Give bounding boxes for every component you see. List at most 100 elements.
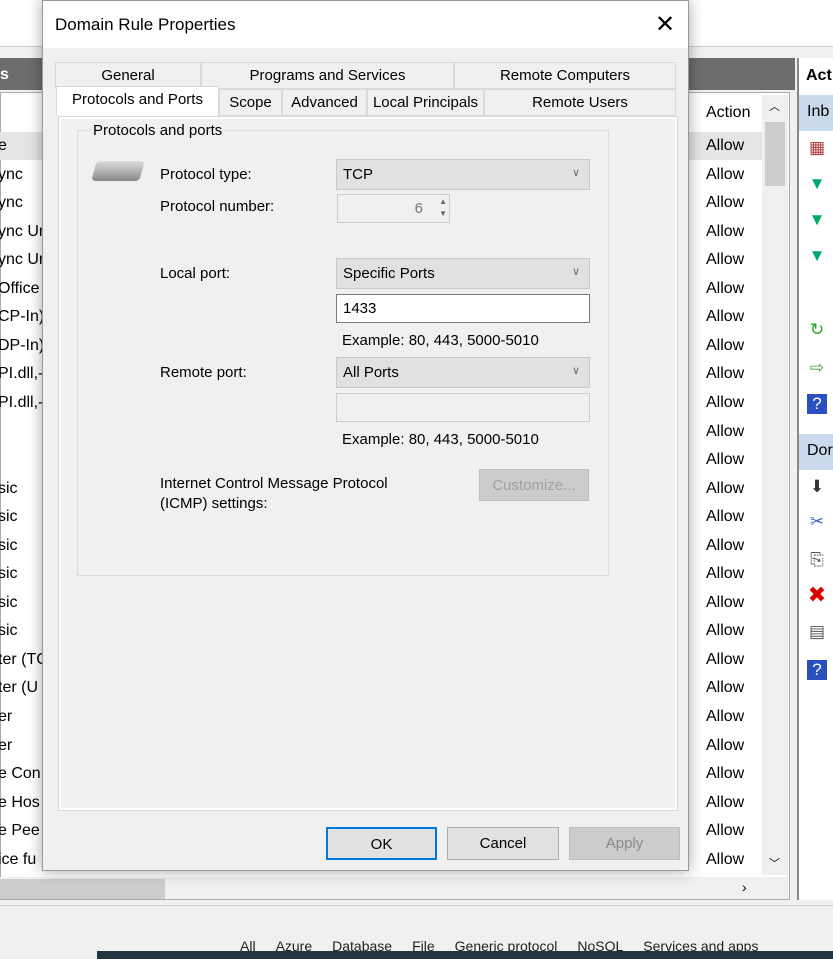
tab-panel: Protocols and ports Protocol type: TCP ∨ … <box>58 116 678 811</box>
status-bar <box>0 905 833 937</box>
rule-name: ync Ur <box>0 251 45 269</box>
rule-action: Allow <box>706 308 745 326</box>
rule-action: Allow <box>706 650 745 668</box>
remote-port-dropdown[interactable]: All Ports ∨ <box>336 357 590 388</box>
rule-action: Allow <box>706 194 745 212</box>
rule-name: e Pee <box>0 822 40 840</box>
rule-action: Allow <box>706 479 745 497</box>
rule-action: Allow <box>706 222 745 240</box>
rule-name: er <box>0 736 13 754</box>
tab-protocols-and-ports[interactable]: Protocols and Ports <box>56 86 219 116</box>
local-port-input[interactable]: 1433 <box>336 294 590 323</box>
close-icon[interactable]: ✕ <box>650 11 680 39</box>
background-taskbar <box>97 951 833 959</box>
rule-name: sic <box>0 536 18 554</box>
tab-programs-and-services[interactable]: Programs and Services <box>201 62 454 89</box>
ok-button[interactable]: OK <box>326 827 437 860</box>
remote-port-input[interactable] <box>336 393 590 422</box>
new-rule-icon[interactable]: ▦ <box>807 138 827 158</box>
export-list-icon[interactable]: ⇨ <box>807 358 827 378</box>
horizontal-scroll-thumb[interactable] <box>0 879 165 899</box>
rule-name: sic <box>0 622 18 640</box>
customize-button[interactable]: Customize... <box>479 469 589 501</box>
rule-action: Allow <box>706 137 745 154</box>
rule-name: e <box>0 137 7 154</box>
rule-action: Allow <box>706 393 745 411</box>
rule-action: Allow <box>706 679 745 697</box>
help-icon[interactable]: ? <box>807 394 827 414</box>
rule-name: ync <box>0 165 23 183</box>
rule-action: Allow <box>706 422 745 440</box>
protocol-type-dropdown[interactable]: TCP ∨ <box>336 159 590 190</box>
tab-remote-users[interactable]: Remote Users <box>484 89 676 116</box>
tab-local-principals[interactable]: Local Principals <box>367 89 484 116</box>
rule-name: ter (U <box>0 679 38 697</box>
rule-action: Allow <box>706 593 745 611</box>
cancel-button[interactable]: Cancel <box>447 827 559 860</box>
rule-action: Allow <box>706 765 745 783</box>
rule-action: Allow <box>706 536 745 554</box>
remote-port-label: Remote port: <box>160 364 247 381</box>
filter-icon[interactable]: ▼ <box>807 210 827 230</box>
rule-name: PI.dll,- <box>0 393 44 411</box>
chevron-down-icon: ∨ <box>571 167 580 179</box>
scroll-down-icon[interactable]: ﹀ <box>769 855 780 871</box>
actions-pane-header: Act <box>806 67 832 85</box>
apply-button[interactable]: Apply <box>569 827 680 860</box>
rule-action: Allow <box>706 251 745 269</box>
dialog-title: Domain Rule Properties <box>55 15 236 34</box>
tab-advanced[interactable]: Advanced <box>282 89 367 116</box>
rule-action: Allow <box>706 508 745 526</box>
stepper-arrows-icon[interactable]: ▲ ▼ <box>439 196 447 220</box>
rule-action: Allow <box>706 622 745 640</box>
rule-action: Allow <box>706 279 745 297</box>
rule-action: Allow <box>706 565 745 583</box>
rule-name: sic <box>0 479 18 497</box>
rule-name: sic <box>0 565 18 583</box>
rule-action: Allow <box>706 822 745 840</box>
group-label: Protocols and ports <box>91 122 225 139</box>
help-icon[interactable]: ? <box>807 660 827 680</box>
protocols-ports-group: Protocols and ports Protocol type: TCP ∨ … <box>77 122 609 576</box>
chevron-down-icon: ∨ <box>571 365 580 377</box>
actions-section-rule[interactable]: Dor <box>799 434 833 470</box>
properties-icon[interactable]: ▤ <box>807 622 827 642</box>
filter-icon[interactable]: ▼ <box>807 246 827 266</box>
actions-section-inbound[interactable]: Inb <box>799 95 833 131</box>
refresh-icon[interactable]: ↻ <box>807 320 827 340</box>
rule-action: Allow <box>706 365 745 383</box>
tab-general[interactable]: General <box>55 62 201 89</box>
column-header-action[interactable]: Action <box>706 104 750 122</box>
rule-name: PI.dll,- <box>0 365 44 383</box>
vertical-scroll-thumb[interactable] <box>765 122 785 186</box>
remote-port-example: Example: 80, 443, 5000-5010 <box>342 431 539 448</box>
filter-icon[interactable]: ▼ <box>807 174 827 194</box>
disable-rule-icon[interactable]: ⬇ <box>807 477 827 497</box>
rule-name: e Hos <box>0 793 40 811</box>
rule-name: ice fu <box>0 850 37 868</box>
tab-remote-computers[interactable]: Remote Computers <box>454 62 676 89</box>
cut-icon[interactable]: ✂ <box>807 512 827 532</box>
local-port-dropdown[interactable]: Specific Ports ∨ <box>336 258 590 289</box>
copy-icon[interactable]: ⎘ <box>807 550 827 570</box>
scroll-right-icon[interactable]: › <box>742 879 747 895</box>
rule-action: Allow <box>706 336 745 354</box>
rule-name: ync Ur <box>0 222 45 240</box>
tab-scope[interactable]: Scope <box>219 89 282 116</box>
delete-icon[interactable]: ✖ <box>807 584 827 606</box>
scroll-up-icon[interactable]: ︿ <box>769 98 780 114</box>
rule-name: ync <box>0 194 23 212</box>
rule-name: ter (TC <box>0 650 48 668</box>
protocol-type-label: Protocol type: <box>160 166 252 183</box>
rule-action: Allow <box>706 451 745 469</box>
protocol-number-label: Protocol number: <box>160 198 275 215</box>
rule-name: sic <box>0 508 18 526</box>
rule-action: Allow <box>706 736 745 754</box>
icmp-label: Internet Control Message Protocol <box>160 475 388 492</box>
rule-name: CP-In) <box>0 308 45 326</box>
rule-action: Allow <box>706 793 745 811</box>
rule-name: sic <box>0 593 18 611</box>
protocol-number-stepper[interactable]: 6 ▲ ▼ <box>337 194 450 223</box>
vertical-scrollbar[interactable] <box>762 95 788 875</box>
domain-rule-properties-dialog: Domain Rule Properties ✕ General Program… <box>42 0 689 871</box>
